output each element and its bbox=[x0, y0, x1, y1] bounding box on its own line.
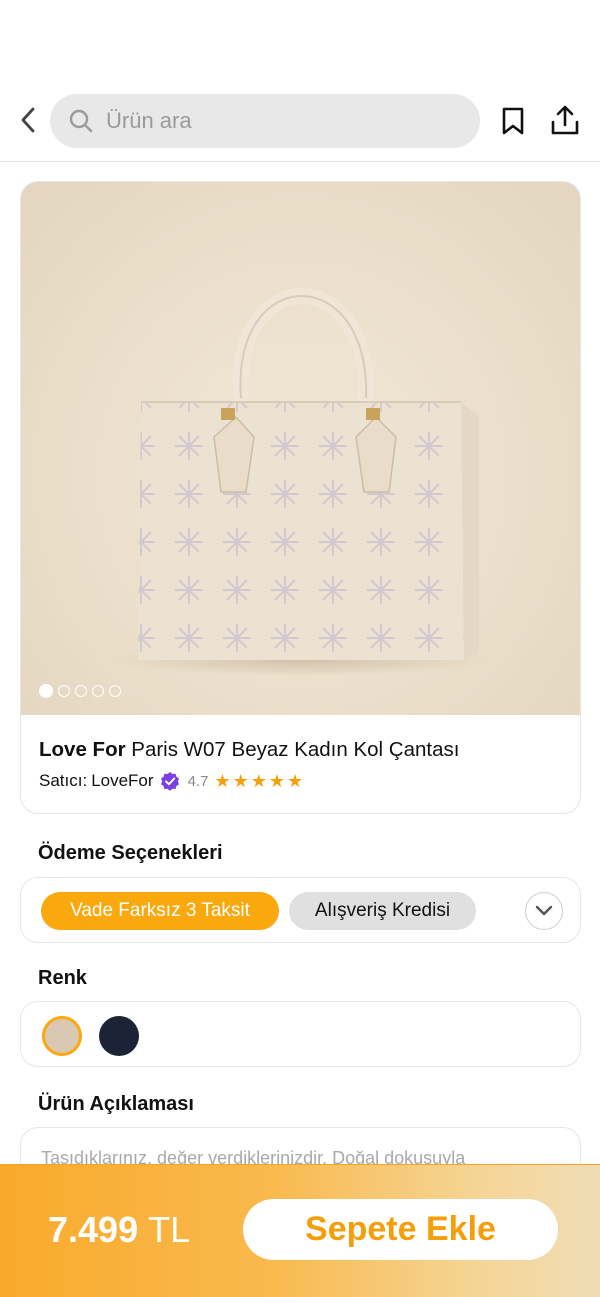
pagination-dot[interactable] bbox=[109, 685, 121, 697]
rating-value: 4.7 bbox=[187, 772, 209, 790]
payment-option-credit[interactable]: Alışveriş Kredisi bbox=[289, 892, 476, 930]
pagination-dot[interactable] bbox=[58, 685, 70, 697]
chevron-left-icon bbox=[21, 107, 35, 133]
seller-name[interactable]: LoveFor bbox=[91, 771, 153, 791]
pagination-dot[interactable] bbox=[75, 685, 87, 697]
color-options-box bbox=[20, 1001, 581, 1067]
pagination-dot[interactable] bbox=[39, 684, 53, 698]
bookmark-icon bbox=[502, 107, 524, 135]
share-icon bbox=[551, 105, 579, 135]
star-icon: ★ bbox=[214, 771, 231, 791]
payment-options-box: Vade Farksız 3 Taksit Alışveriş Kredisi bbox=[20, 877, 581, 943]
payment-section-title: Ödeme Seçenekleri bbox=[38, 842, 223, 864]
bookmark-button[interactable] bbox=[498, 106, 528, 136]
seller-label: Satıcı: bbox=[39, 771, 88, 790]
expand-payment-button[interactable] bbox=[525, 892, 563, 930]
back-button[interactable] bbox=[14, 104, 42, 136]
pagination-dot[interactable] bbox=[92, 685, 104, 697]
search-bar[interactable] bbox=[50, 94, 480, 148]
price: 7.499 TL bbox=[48, 1209, 190, 1251]
star-icon: ★ bbox=[232, 771, 249, 791]
rating-stars: ★ ★ ★ ★ ★ bbox=[214, 772, 303, 790]
bottom-cart-bar: 7.499 TL Sepete Ekle bbox=[0, 1164, 600, 1297]
price-amount: 7.499 bbox=[48, 1209, 139, 1250]
color-swatch-navy[interactable] bbox=[99, 1016, 139, 1056]
image-pagination bbox=[39, 684, 121, 698]
verified-badge-icon bbox=[160, 772, 179, 791]
price-currency: TL bbox=[148, 1209, 191, 1250]
chevron-down-icon bbox=[535, 905, 553, 916]
product-image[interactable] bbox=[21, 182, 580, 715]
search-icon bbox=[68, 107, 96, 135]
product-card: Love For Paris W07 Beyaz Kadın Kol Çanta… bbox=[20, 181, 581, 814]
search-input[interactable] bbox=[106, 108, 426, 134]
product-brand: Love For bbox=[39, 738, 126, 761]
share-button[interactable] bbox=[548, 104, 582, 138]
product-name: Paris W07 Beyaz Kadın Kol Çantası bbox=[131, 738, 460, 761]
payment-option-installment[interactable]: Vade Farksız 3 Taksit bbox=[41, 892, 279, 930]
star-icon: ★ bbox=[250, 771, 267, 791]
seller-row: Satıcı: LoveFor 4.7 ★ ★ ★ ★ ★ bbox=[39, 771, 303, 791]
handbag-image bbox=[111, 288, 491, 676]
star-icon: ★ bbox=[268, 771, 285, 791]
add-to-cart-button[interactable]: Sepete Ekle bbox=[243, 1199, 558, 1260]
star-icon: ★ bbox=[286, 771, 304, 791]
color-swatch-beige[interactable] bbox=[42, 1016, 82, 1056]
color-section-title: Renk bbox=[38, 967, 87, 989]
header-divider bbox=[0, 161, 600, 162]
product-title: Love For Paris W07 Beyaz Kadın Kol Çanta… bbox=[39, 738, 459, 762]
top-bar bbox=[0, 94, 600, 148]
description-section-title: Ürün Açıklaması bbox=[38, 1093, 194, 1115]
